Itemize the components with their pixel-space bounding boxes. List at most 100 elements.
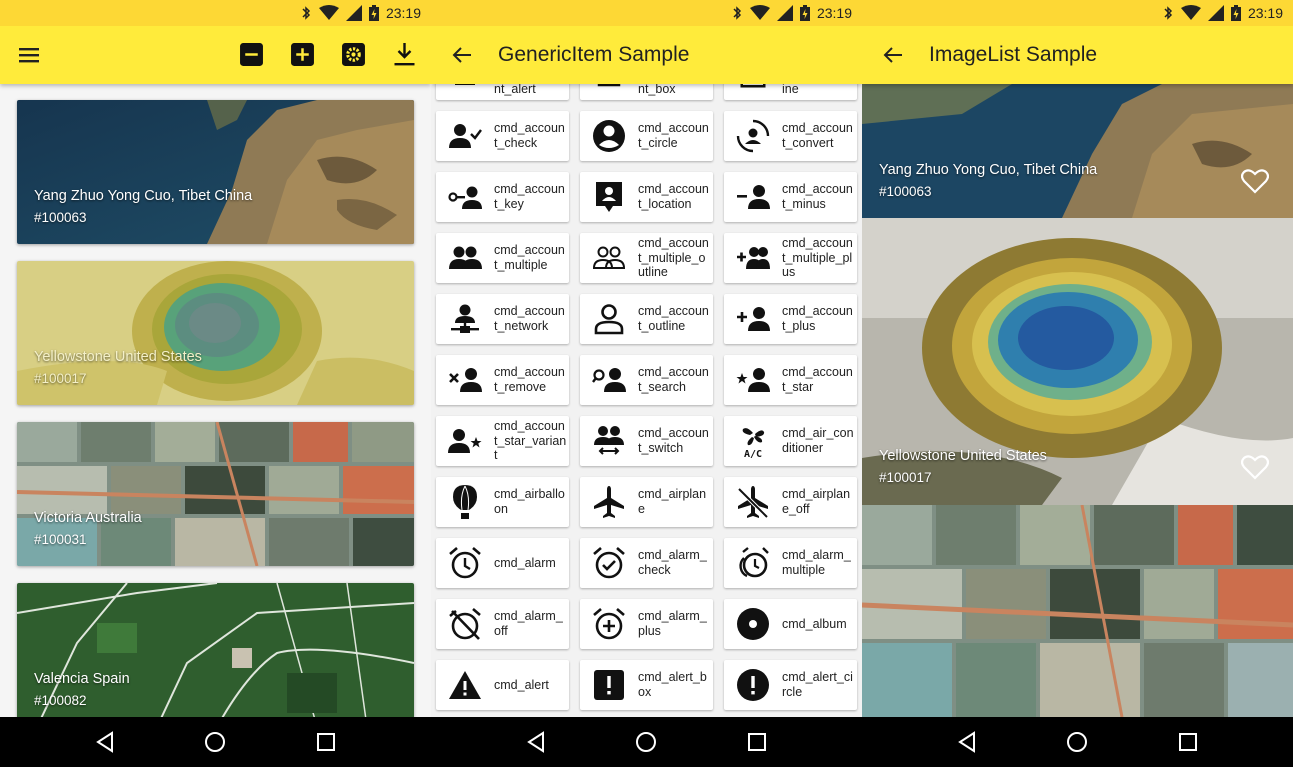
home-nav-icon[interactable] bbox=[1057, 722, 1097, 762]
grid-item-label: cmd_account_search bbox=[638, 365, 709, 394]
image-list-item[interactable]: Yang Zhuo Yong Cuo, Tibet China #100063 bbox=[862, 84, 1293, 218]
grid-item-label: cmd_alert bbox=[494, 677, 549, 692]
grid-item[interactable]: cmd_account_search bbox=[580, 355, 713, 405]
home-nav-icon[interactable] bbox=[626, 722, 666, 762]
account-multiple-icon bbox=[436, 233, 494, 283]
grid-item-label: cmd_airballoon bbox=[494, 487, 565, 516]
grid-item-label: cmd_airplane bbox=[638, 487, 707, 516]
grid-item[interactable]: cmd_airballoon bbox=[436, 477, 569, 527]
grid-item[interactable]: cmd_account_location bbox=[580, 172, 713, 222]
grid-item[interactable]: cmd_alert bbox=[436, 660, 569, 710]
grid-item[interactable]: cmd_alarm_multiple bbox=[724, 538, 857, 588]
card-title: Yellowstone United States bbox=[34, 349, 202, 365]
menu-icon[interactable] bbox=[17, 43, 41, 67]
grid-item[interactable]: cmd_alarm_off bbox=[436, 599, 569, 649]
image-list-item[interactable] bbox=[862, 505, 1293, 717]
recents-nav-icon[interactable] bbox=[737, 722, 777, 762]
grid-item[interactable]: cmd_account_circle bbox=[580, 111, 713, 161]
minus-box-icon[interactable] bbox=[239, 41, 264, 67]
image-list-item[interactable]: Yellowstone United States #100017 bbox=[862, 218, 1293, 505]
grid-item[interactable]: cmd_account_check bbox=[436, 111, 569, 161]
status-bar: 23:19 bbox=[431, 0, 862, 26]
generic-item-screen: 23:19 GenericItem Sample nt_alert nt_box… bbox=[431, 0, 862, 767]
recents-nav-icon[interactable] bbox=[306, 722, 346, 762]
grid-item[interactable]: ine bbox=[724, 84, 857, 100]
grid-item-label: cmd_account_plus bbox=[782, 304, 853, 333]
back-nav-icon[interactable] bbox=[85, 722, 125, 762]
grid-item[interactable]: cmd_account_multiple_outline bbox=[580, 233, 713, 283]
grid-item[interactable]: cmd_account_star_variant bbox=[436, 416, 569, 466]
icon-grid[interactable]: nt_alert nt_box ine cmd_account_check cm… bbox=[431, 84, 862, 717]
home-nav-icon[interactable] bbox=[195, 722, 235, 762]
grid-item[interactable]: cmd_account_key bbox=[436, 172, 569, 222]
account-minus-icon bbox=[724, 172, 782, 222]
grid-item[interactable]: cmd_account_multiple_plus bbox=[724, 233, 857, 283]
grid-item-label: cmd_alarm_off bbox=[494, 609, 563, 638]
grid-item[interactable]: cmd_alarm_plus bbox=[580, 599, 713, 649]
account-multiple-outline-icon bbox=[580, 233, 638, 283]
grid-item-label: cmd_account_switch bbox=[638, 426, 709, 455]
arrow-left-icon[interactable] bbox=[880, 42, 906, 68]
grid-item-label: nt_box bbox=[638, 84, 676, 96]
grid-item[interactable]: nt_box bbox=[580, 84, 713, 100]
svg-text:A/C: A/C bbox=[744, 449, 762, 458]
grid-item-label: cmd_account_multiple_plus bbox=[782, 236, 853, 280]
heart-outline-icon[interactable] bbox=[1241, 454, 1269, 480]
grid-item[interactable]: cmd_alarm bbox=[436, 538, 569, 588]
grid-item[interactable]: cmd_alarm_check bbox=[580, 538, 713, 588]
grid-item[interactable]: cmd_airplane bbox=[580, 477, 713, 527]
account-star-variant-icon bbox=[436, 416, 494, 466]
grid-item[interactable]: A/C cmd_air_conditioner bbox=[724, 416, 857, 466]
card-list[interactable]: Yang Zhuo Yong Cuo, Tibet China #100063 … bbox=[0, 84, 431, 717]
grid-item[interactable]: cmd_account_convert bbox=[724, 111, 857, 161]
image-card[interactable]: Yang Zhuo Yong Cuo, Tibet China #100063 bbox=[17, 100, 414, 244]
grid-item-label: cmd_account_network bbox=[494, 304, 565, 333]
grid-item[interactable]: cmd_account_multiple bbox=[436, 233, 569, 283]
wifi-icon bbox=[318, 5, 339, 20]
grid-item[interactable]: cmd_airplane_off bbox=[724, 477, 857, 527]
item-id: #100017 bbox=[879, 470, 932, 485]
grid-item-label: cmd_account_star bbox=[782, 365, 853, 394]
grid-item-label: cmd_alarm_multiple bbox=[782, 548, 851, 577]
grid-item-label: cmd_alert_box bbox=[638, 670, 707, 699]
grid-item-label: cmd_account_check bbox=[494, 121, 565, 150]
grid-item[interactable]: cmd_account_network bbox=[436, 294, 569, 344]
recents-nav-icon[interactable] bbox=[1168, 722, 1208, 762]
arrow-left-icon[interactable] bbox=[449, 42, 475, 68]
grid-item[interactable]: cmd_account_minus bbox=[724, 172, 857, 222]
card-id: #100063 bbox=[34, 210, 87, 225]
account-check-icon bbox=[436, 111, 494, 161]
account-outline-icon bbox=[580, 294, 638, 344]
back-nav-icon[interactable] bbox=[516, 722, 556, 762]
system-nav-bar bbox=[431, 717, 862, 767]
grid-item-label: cmd_account_location bbox=[638, 182, 709, 211]
grid-item[interactable]: nt_alert bbox=[436, 84, 569, 100]
grid-item-label: ine bbox=[782, 84, 799, 96]
grid-item[interactable]: cmd_account_plus bbox=[724, 294, 857, 344]
image-card[interactable]: Yellowstone United States #100017 bbox=[17, 261, 414, 405]
account-location-icon bbox=[580, 172, 638, 222]
image-card[interactable]: Valencia Spain #100082 bbox=[17, 583, 414, 717]
grid-item[interactable]: cmd_alert_circle bbox=[724, 660, 857, 710]
card-title: Victoria Australia bbox=[34, 510, 142, 526]
settings-box-icon[interactable] bbox=[341, 41, 366, 67]
account-switch-icon bbox=[580, 416, 638, 466]
grid-item[interactable]: cmd_alert_box bbox=[580, 660, 713, 710]
status-time: 23:19 bbox=[1247, 5, 1283, 21]
back-nav-icon[interactable] bbox=[947, 722, 987, 762]
plus-box-icon[interactable] bbox=[290, 41, 315, 67]
grid-item[interactable]: cmd_account_star bbox=[724, 355, 857, 405]
heart-outline-icon[interactable] bbox=[1241, 168, 1269, 194]
status-time: 23:19 bbox=[385, 5, 421, 21]
grid-item[interactable]: cmd_album bbox=[724, 599, 857, 649]
account-convert-icon bbox=[724, 111, 782, 161]
image-list[interactable]: Yang Zhuo Yong Cuo, Tibet China #100063 … bbox=[862, 84, 1293, 717]
image-card[interactable]: Victoria Australia #100031 bbox=[17, 422, 414, 566]
grid-item[interactable]: cmd_account_remove bbox=[436, 355, 569, 405]
grid-item-label: cmd_airplane_off bbox=[782, 487, 851, 516]
grid-item[interactable]: cmd_account_switch bbox=[580, 416, 713, 466]
download-icon[interactable] bbox=[392, 41, 417, 67]
grid-item[interactable]: cmd_account_outline bbox=[580, 294, 713, 344]
grid-item-label: cmd_account_star_variant bbox=[494, 419, 567, 463]
battery-charging-icon bbox=[799, 5, 810, 21]
